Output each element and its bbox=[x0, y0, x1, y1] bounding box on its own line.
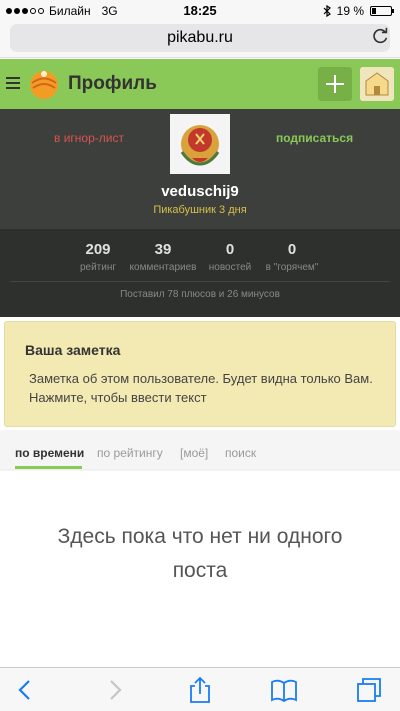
site-header: Профиль bbox=[0, 59, 400, 109]
stat-rating: 209 рейтинг bbox=[78, 241, 118, 273]
avatar-picture bbox=[360, 67, 394, 101]
battery-percent: 19 % bbox=[336, 4, 364, 18]
stat-hot: 0 в "горячем" bbox=[262, 241, 322, 273]
stat-news: 0 новостей bbox=[207, 241, 253, 273]
votes-summary: Поставил 78 плюсов и 26 минусов bbox=[120, 289, 280, 300]
battery-icon bbox=[370, 6, 394, 16]
stat-value: 209 bbox=[85, 241, 111, 258]
status-right: 19 % bbox=[323, 4, 394, 18]
url-text: pikabu.ru bbox=[167, 29, 233, 46]
tab-mine[interactable]: [моё] bbox=[180, 446, 208, 460]
menu-icon[interactable] bbox=[6, 77, 20, 89]
stat-label: рейтинг bbox=[79, 262, 117, 273]
pikabu-logo-icon[interactable] bbox=[28, 68, 60, 100]
note-title: Ваша заметка bbox=[25, 342, 121, 358]
tabs-icon[interactable] bbox=[355, 676, 383, 704]
user-avatar[interactable] bbox=[360, 67, 394, 101]
empty-posts-message: Здесь пока что нет ни одного поста bbox=[57, 525, 343, 582]
ignore-list-link[interactable]: в игнор-лист bbox=[54, 131, 124, 145]
tab-by-rating[interactable]: по рейтингу bbox=[97, 446, 163, 460]
tab-by-time[interactable]: по времени bbox=[15, 446, 84, 460]
stat-value: 39 bbox=[154, 241, 172, 258]
profile-stats: 209 рейтинг 39 комментариев 0 новостей 0… bbox=[0, 229, 400, 317]
stats-divider bbox=[10, 281, 390, 282]
reload-icon[interactable] bbox=[372, 27, 390, 45]
sort-tabs: по времени по рейтингу [моё] поиск bbox=[0, 436, 400, 470]
back-icon[interactable] bbox=[12, 676, 40, 704]
stat-label: новостей bbox=[208, 262, 252, 273]
bluetooth-icon bbox=[323, 5, 331, 17]
username: veduschij9 bbox=[161, 183, 239, 200]
forward-icon[interactable] bbox=[100, 676, 128, 704]
stat-value: 0 bbox=[287, 241, 297, 258]
stat-value: 0 bbox=[225, 241, 235, 258]
page-title: Профиль bbox=[68, 73, 157, 94]
coat-of-arms-image bbox=[170, 114, 230, 174]
browser-address-area: pikabu.ru bbox=[0, 22, 400, 58]
profile-avatar bbox=[170, 114, 230, 174]
status-bar: Билайн 3G 18:25 19 % bbox=[0, 0, 400, 22]
tab-search[interactable]: поиск bbox=[225, 446, 256, 460]
note-text: Заметка об этом пользователе. Будет видн… bbox=[29, 371, 373, 405]
url-field[interactable]: pikabu.ru bbox=[10, 24, 390, 52]
share-icon[interactable] bbox=[186, 676, 214, 704]
profile-card: в игнор-лист подписаться veduschij9 Пика… bbox=[0, 109, 400, 229]
user-rank: Пикабушник 3 дня bbox=[153, 204, 247, 216]
bookmarks-icon[interactable] bbox=[270, 676, 298, 704]
active-tab-indicator bbox=[15, 466, 82, 469]
stat-comments: 39 комментариев bbox=[128, 241, 198, 273]
browser-toolbar bbox=[0, 667, 400, 711]
stat-label: в "горячем" bbox=[265, 262, 319, 273]
add-post-button[interactable] bbox=[318, 67, 352, 101]
user-note[interactable]: Ваша заметка Заметка об этом пользовател… bbox=[4, 321, 396, 427]
stat-label: комментариев bbox=[129, 262, 197, 273]
subscribe-link[interactable]: подписаться bbox=[276, 131, 353, 145]
